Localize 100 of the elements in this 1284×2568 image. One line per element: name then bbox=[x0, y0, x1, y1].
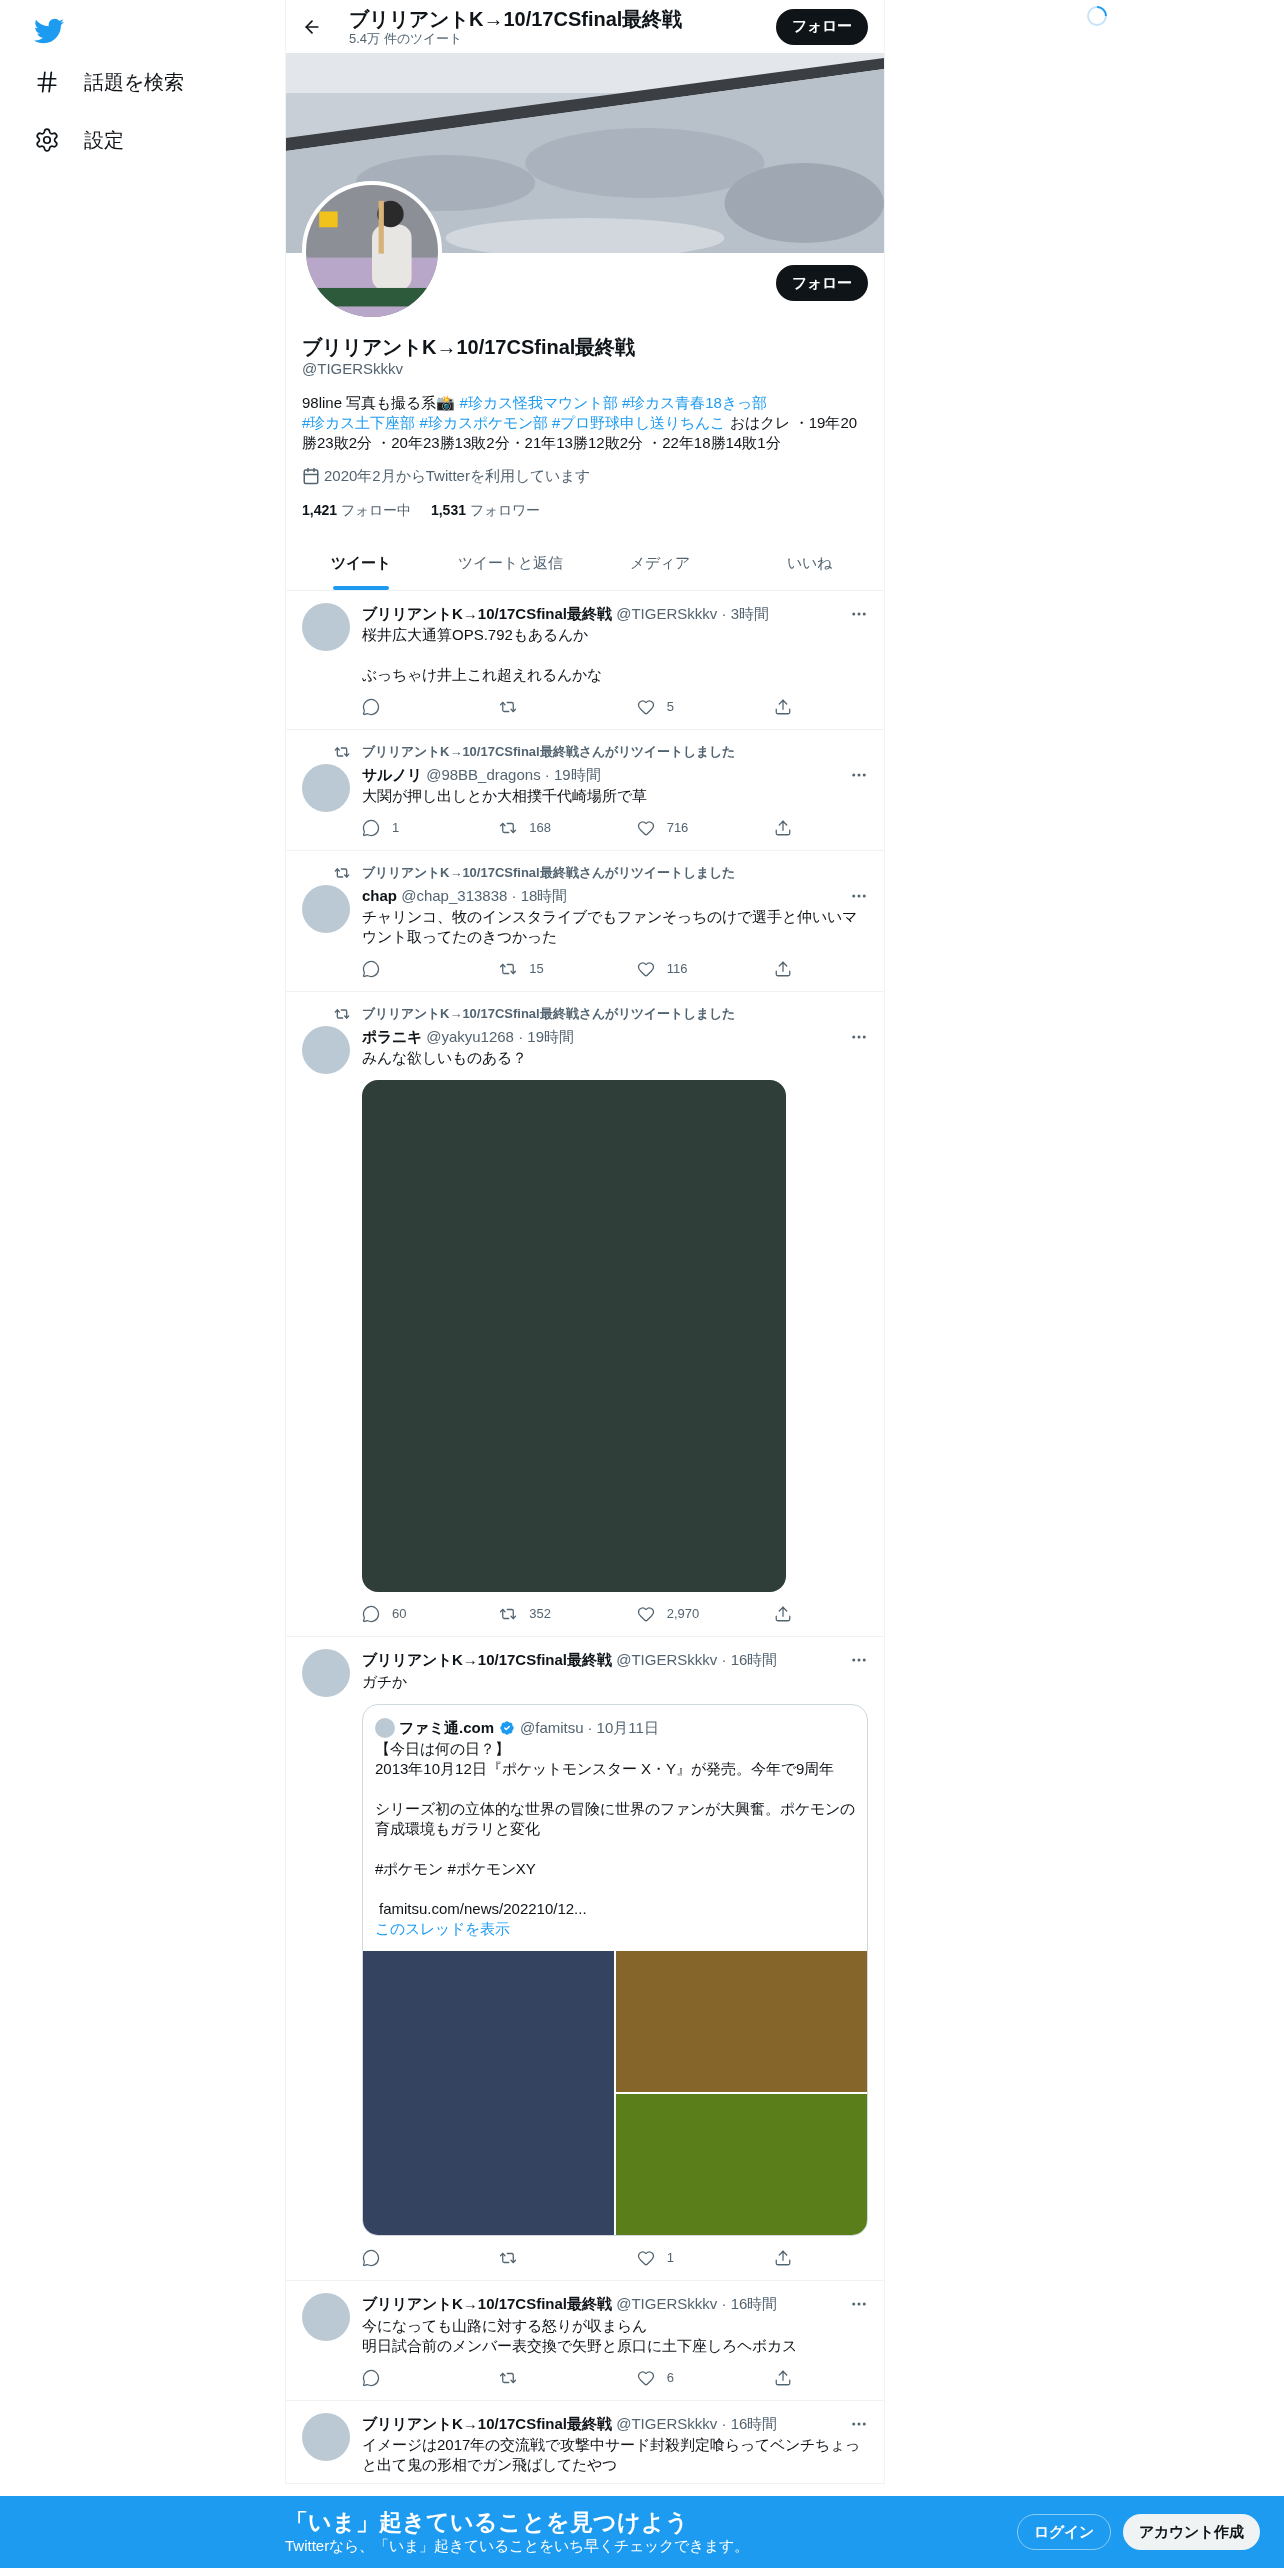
tweet-text: みんな欲しいものある？ bbox=[362, 1048, 528, 1068]
avatar bbox=[375, 1717, 395, 1738]
tweet-time[interactable]: 3時間 bbox=[730, 604, 769, 622]
bird-logo-icon[interactable] bbox=[34, 16, 64, 46]
tweet-count: 5.4万 件のツイート bbox=[349, 30, 463, 47]
follow-button[interactable]: フォロー bbox=[776, 8, 868, 45]
reply-button[interactable]: 60 bbox=[362, 1604, 407, 1624]
sidebar-item[interactable]: 話題を検索 bbox=[34, 66, 285, 98]
like-button[interactable]: 5 bbox=[636, 697, 674, 717]
reply-button[interactable] bbox=[362, 960, 380, 978]
author-name[interactable]: サルノリ bbox=[362, 765, 422, 783]
author-name: ファミ通.com bbox=[399, 1717, 494, 1738]
upload-icon bbox=[774, 2249, 792, 2267]
author-handle: @yakyu1268 bbox=[426, 1027, 514, 1045]
speech-bubble-icon bbox=[362, 698, 380, 716]
speech-bubble-icon bbox=[362, 819, 380, 837]
signup-button[interactable]: アカウント作成 bbox=[1123, 2514, 1260, 2550]
retweet-button[interactable]: 168 bbox=[499, 818, 552, 838]
quoted-tweet[interactable]: ファミ通.com @famitsu · 10月11日 【今日は何の日？】 2013年10月12日『ポケットモンスター X・Y』が発売。今年で9周年 シリーズ初の立体的な世界の冒険に世界のファンが大興奮。ポケモンの育成環境もガラリと変化 #ポケモン #ポケモンXY famitsu.com/news/202210/12... このスレッドを表示 bbox=[362, 1703, 868, 2236]
follow-stat-link[interactable]: 1,421 フォロー中 bbox=[302, 499, 411, 521]
like-button[interactable]: 716 bbox=[636, 818, 689, 838]
tweet-text: 【今日は何の日？】 bbox=[375, 1739, 511, 1759]
tweet-text: #ポケモン #ポケモンXY bbox=[375, 1859, 537, 1879]
heart-icon bbox=[636, 960, 655, 978]
retweet-notice: ブリリアントK→10/17CSfinal最終戦さんがリツイートしました bbox=[362, 864, 735, 882]
tweet-text: 大関が押し出しとか大相撲千代崎場所で草 bbox=[362, 786, 648, 806]
heart-icon bbox=[636, 819, 655, 837]
like-button[interactable]: 1 bbox=[636, 2248, 674, 2268]
follow-button[interactable]: フォロー bbox=[776, 265, 868, 301]
separator-dot: · bbox=[721, 2295, 727, 2312]
calendar-icon bbox=[302, 467, 320, 486]
reply-button[interactable]: 1 bbox=[362, 818, 400, 838]
share-button[interactable] bbox=[774, 2368, 792, 2387]
heart-icon bbox=[636, 2249, 655, 2267]
banner-subtitle: Twitterなら、「いま」起きていることをいち早くチェックできます。 bbox=[285, 2536, 751, 2556]
share-button[interactable] bbox=[774, 2249, 792, 2267]
author-name[interactable]: ブリリアントK→10/17CSfinal最終戦 bbox=[362, 2295, 613, 2312]
follow-stat-link[interactable]: 1,531 フォロワー bbox=[430, 499, 540, 521]
profile-bio: 98line 写真も撮る系📸 #珍カス怪我マウント部 #珍カス青春18きっ部 #珍カス土下座部 #珍カスポケモン部 #プロ野球申し送りちんこ おはクレ ・19年20勝23敗2分 ・20年23勝13敗2分・21年13勝12敗2分 ・22年18勝14敗1分 bbox=[302, 393, 859, 453]
upload-icon bbox=[774, 1605, 792, 1623]
author-handle: @TIGERSkkkv bbox=[616, 604, 718, 622]
speech-bubble-icon bbox=[362, 960, 380, 978]
retweet-button[interactable]: 15 bbox=[499, 959, 544, 979]
author-name[interactable]: ブリリアントK→10/17CSfinal最終戦 bbox=[362, 604, 613, 622]
share-button[interactable] bbox=[774, 1605, 792, 1623]
tweet-text: 2013年10月12日『ポケットモンスター X・Y』が発売。今年で9周年 bbox=[375, 1759, 836, 1779]
author-name[interactable]: chap bbox=[362, 886, 397, 904]
profile-tab[interactable]: メディア bbox=[585, 536, 735, 590]
separator-dot: · bbox=[587, 1717, 593, 1738]
like-button[interactable]: 6 bbox=[636, 2367, 674, 2388]
profile-name: ブリリアントK→10/17CSfinal最終戦 bbox=[302, 335, 637, 359]
retweet-notice: ブリリアントK→10/17CSfinal最終戦さんがリツイートしました bbox=[362, 743, 735, 761]
author-handle: @chap_313838 bbox=[401, 886, 508, 904]
sidebar-item[interactable]: 設定 bbox=[34, 124, 285, 156]
profile-tab[interactable]: ツイートと返信 bbox=[435, 536, 585, 590]
retweet-notice: ブリリアントK→10/17CSfinal最終戦さんがリツイートしました bbox=[362, 1005, 735, 1023]
tweet-text: 桜井広大通算OPS.792もあるんか bbox=[362, 625, 589, 645]
reply-button[interactable] bbox=[362, 2368, 380, 2387]
tweet-time[interactable]: 19時間 bbox=[527, 1027, 574, 1045]
heart-icon bbox=[636, 698, 655, 716]
speech-bubble-icon bbox=[362, 2368, 380, 2387]
join-date: 2020年2月からTwitterを利用しています bbox=[324, 466, 590, 486]
upload-icon bbox=[774, 960, 792, 978]
author-name[interactable]: ポラニキ bbox=[362, 1027, 422, 1045]
loading-spinner-icon bbox=[1085, 4, 1109, 28]
share-button[interactable] bbox=[774, 960, 792, 978]
profile-tab[interactable]: ツイート bbox=[286, 536, 436, 590]
heart-icon bbox=[636, 2368, 655, 2387]
tweet-time[interactable]: 18時間 bbox=[520, 886, 568, 904]
tweet-time[interactable]: 16時間 bbox=[730, 1651, 778, 1668]
profile-handle: @TIGERSkkkv bbox=[302, 359, 405, 379]
tweet-text: 今になっても山路に対する怒りが収まらん bbox=[362, 2315, 648, 2336]
author-name[interactable]: ブリリアントK→10/17CSfinal最終戦 bbox=[362, 1651, 613, 1668]
author-handle: @98BB_dragons bbox=[426, 765, 541, 783]
author-handle: @TIGERSkkkv bbox=[616, 2295, 718, 2312]
author-name[interactable]: ブリリアントK→10/17CSfinal最終戦 bbox=[362, 2414, 613, 2432]
like-button[interactable]: 116 bbox=[636, 959, 688, 979]
upload-icon bbox=[774, 819, 792, 837]
settings-icon bbox=[34, 127, 60, 153]
speech-bubble-icon bbox=[362, 2249, 380, 2267]
upload-icon bbox=[774, 698, 792, 716]
retweet-button[interactable]: 352 bbox=[499, 1604, 552, 1624]
profile-tab[interactable]: いいね bbox=[734, 536, 884, 590]
tweet-text: チャリンコ、牧のインスタライブでもファンそっちのけで選手と仲いいマウント取ってたのきつかった bbox=[362, 907, 858, 947]
tweet-time[interactable]: 16時間 bbox=[730, 2414, 778, 2432]
tweet-time[interactable]: 16時間 bbox=[730, 2295, 778, 2312]
upload-icon bbox=[774, 2368, 792, 2387]
reply-button[interactable] bbox=[362, 2249, 380, 2267]
link[interactable]: famitsu.com/news/202210/12... bbox=[379, 1900, 587, 1917]
separator-dot: · bbox=[721, 604, 727, 622]
tweet-time[interactable]: 19時間 bbox=[554, 765, 601, 783]
share-button[interactable] bbox=[774, 698, 792, 716]
separator-dot: · bbox=[518, 1027, 524, 1045]
tweet-text: ぶっちゃけ井上これ超えれるんかな bbox=[362, 665, 603, 685]
like-button[interactable]: 2,970 bbox=[636, 1604, 700, 1624]
reply-button[interactable] bbox=[362, 698, 380, 716]
author-handle: @famitsu bbox=[520, 1717, 584, 1738]
banner-title: 「いま」起きていることを見つけよう bbox=[285, 2508, 690, 2536]
separator-dot: · bbox=[511, 886, 517, 904]
share-button[interactable] bbox=[774, 819, 792, 837]
